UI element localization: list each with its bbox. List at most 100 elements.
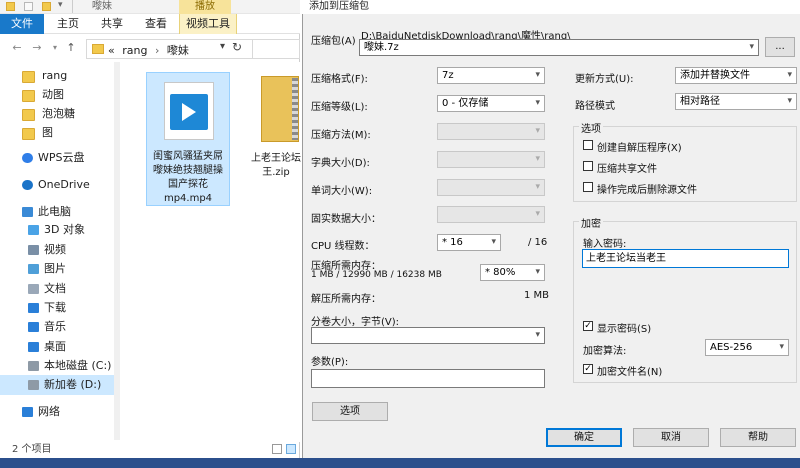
breadcrumb-item[interactable]: rang xyxy=(122,44,147,57)
pictures-icon xyxy=(28,264,39,274)
nav-item-tu[interactable]: 图 xyxy=(0,123,120,143)
nav-item-label: 网络 xyxy=(38,405,60,418)
nav-item-label: 本地磁盘 (C:) xyxy=(44,359,112,372)
nav-item-paopaotang[interactable]: 泡泡糖 xyxy=(0,104,120,124)
nav-item-desktop[interactable]: 桌面 xyxy=(0,337,120,357)
tab-home[interactable]: 主页 xyxy=(50,14,86,34)
password-input[interactable]: 上老王论坛当老王 xyxy=(582,249,789,268)
customize-quick-access-icon[interactable]: ▾ xyxy=(58,0,63,10)
update-mode-select[interactable]: 添加并替换文件 ▾ xyxy=(675,67,797,84)
documents-icon xyxy=(28,284,39,294)
tab-video-tools[interactable]: 视频工具 xyxy=(179,14,237,34)
search-box[interactable] xyxy=(252,39,300,59)
nav-item-documents[interactable]: 文档 xyxy=(0,279,120,299)
nav-item-onedrive[interactable]: OneDrive xyxy=(0,175,120,195)
breadcrumb: « rang › 嚟妹 xyxy=(108,42,189,58)
level-select[interactable]: 0 - 仅存储 ▾ xyxy=(437,95,545,112)
cancel-button[interactable]: 取消 xyxy=(633,428,709,447)
breadcrumb-item[interactable]: 嚟妹 xyxy=(167,44,189,57)
breadcrumb-overflow[interactable]: « xyxy=(108,44,115,57)
split-volume-combo[interactable]: ▾ xyxy=(311,327,545,344)
tab-file[interactable]: 文件 xyxy=(0,14,44,34)
new-folder-icon[interactable] xyxy=(42,2,51,11)
help-button[interactable]: 帮助 xyxy=(720,428,796,447)
method-select: ▾ xyxy=(437,123,545,140)
tab-view[interactable]: 查看 xyxy=(138,14,174,34)
parameters-input[interactable] xyxy=(311,369,545,388)
up-arrow-icon[interactable]: ↑ xyxy=(64,41,78,55)
nav-item-label: OneDrive xyxy=(38,178,90,191)
checkmark-icon: ✓ xyxy=(584,364,592,374)
onedrive-icon xyxy=(22,180,33,190)
nav-item-music[interactable]: 音乐 xyxy=(0,317,120,337)
desktop-icon xyxy=(28,342,39,352)
folder-icon xyxy=(22,71,35,83)
encryption-method-select[interactable]: AES-256 ▾ xyxy=(705,339,789,356)
nav-item-wps-cloud[interactable]: WPS云盘 xyxy=(0,148,120,168)
nav-item-this-pc[interactable]: 此电脑 xyxy=(0,202,120,222)
nav-item-3d-objects[interactable]: 3D 对象 xyxy=(0,220,120,240)
nav-item-downloads[interactable]: 下载 xyxy=(0,298,120,318)
cpu-threads-label: CPU 线程数： xyxy=(311,241,375,252)
cpu-threads-select[interactable]: * 16 ▾ xyxy=(437,234,501,251)
level-value: 0 - 仅存储 xyxy=(442,98,489,109)
window-title: 嚟妹 xyxy=(92,1,112,12)
chevron-down-icon: ▾ xyxy=(535,209,540,219)
folder-icon xyxy=(22,109,35,121)
nav-item-label: 下载 xyxy=(44,301,66,314)
split-volume-label: 分卷大小，字节(V): xyxy=(311,317,400,328)
nav-item-rang[interactable]: rang xyxy=(0,66,120,86)
sfx-checkbox[interactable] xyxy=(583,140,593,150)
file-name-line: 嚟妹绝技翘腿操 xyxy=(153,165,223,176)
solid-block-select: ▾ xyxy=(437,206,545,223)
chevron-down-icon: ▾ xyxy=(535,98,540,108)
address-dropdown-icon[interactable]: ▾ xyxy=(220,41,225,52)
dictionary-size-select: ▾ xyxy=(437,151,545,168)
nav-item-label: 动图 xyxy=(42,88,64,101)
word-size-label: 单词大小(W): xyxy=(311,186,373,197)
details-view-icon[interactable] xyxy=(272,444,282,454)
archive-name-combo[interactable]: 嚟妹.7z ▾ xyxy=(359,39,759,56)
chevron-down-icon: ▾ xyxy=(535,70,540,80)
dialog-titlebar xyxy=(302,0,800,14)
nav-item-label: 文档 xyxy=(44,282,66,295)
ok-button[interactable]: 确定 xyxy=(546,428,622,447)
nav-item-label: rang xyxy=(42,69,68,82)
decompression-memory-value: 1 MB xyxy=(524,290,550,301)
back-arrow-icon[interactable]: ← xyxy=(10,41,24,55)
nav-item-new-volume-d[interactable]: 新加卷 (D:) xyxy=(0,375,120,395)
shared-files-checkbox[interactable] xyxy=(583,161,593,171)
show-password-checkbox[interactable]: ✓ xyxy=(583,321,593,331)
path-mode-select[interactable]: 相对路径 ▾ xyxy=(675,93,797,110)
file-name-line: 王.zip xyxy=(262,167,290,178)
folder-icon xyxy=(6,2,15,11)
encryption-method-label: 加密算法: xyxy=(583,346,627,357)
delete-after-checkbox[interactable] xyxy=(583,182,593,192)
nav-item-videos[interactable]: 视频 xyxy=(0,240,120,260)
encrypt-filenames-checkbox[interactable]: ✓ xyxy=(583,364,593,374)
update-mode-value: 添加并替换文件 xyxy=(680,70,750,81)
show-password-label: 显示密码(S) xyxy=(597,324,652,335)
refresh-icon[interactable]: ↻ xyxy=(232,40,242,54)
file-name: 闺蜜风骚猛夹屌 嚟妹绝技翘腿操 国产探花 mp4.mp4 xyxy=(148,150,228,206)
memory-usage-select[interactable]: * 80% ▾ xyxy=(480,264,545,281)
file-name-line: mp4.mp4 xyxy=(163,193,213,204)
browse-button[interactable]: ... xyxy=(765,37,795,57)
format-select[interactable]: 7z ▾ xyxy=(437,67,545,84)
nav-item-network[interactable]: 网络 xyxy=(0,402,120,422)
nav-item-pictures[interactable]: 图片 xyxy=(0,259,120,279)
chevron-down-icon[interactable]: ▾ xyxy=(749,40,754,55)
forward-arrow-icon[interactable]: → xyxy=(30,41,44,55)
large-icons-view-icon[interactable] xyxy=(286,444,296,454)
tab-share[interactable]: 共享 xyxy=(94,14,130,34)
path-mode-value: 相对路径 xyxy=(680,96,720,107)
nav-item-dongtu[interactable]: 动图 xyxy=(0,85,120,105)
dictionary-size-label: 字典大小(D): xyxy=(311,158,370,169)
disk-icon xyxy=(28,380,39,390)
checkmark-icon[interactable] xyxy=(24,2,33,11)
options-button[interactable]: 选项 xyxy=(312,402,388,421)
nav-item-label: WPS云盘 xyxy=(38,151,85,164)
recent-locations-chevron-icon[interactable]: ▾ xyxy=(48,41,62,55)
nav-item-local-disk-c[interactable]: 本地磁盘 (C:) xyxy=(0,356,120,376)
dialog-title: 添加到压缩包 xyxy=(309,1,369,12)
